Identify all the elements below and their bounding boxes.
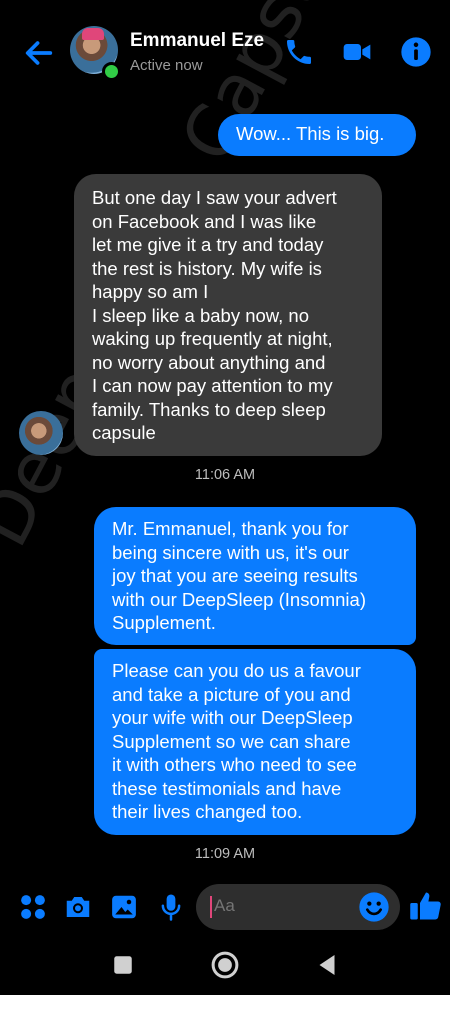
contact-name[interactable]: Emmanuel Eze <box>130 30 264 52</box>
message-input[interactable] <box>214 896 354 916</box>
message-timestamp: 11:06 AM <box>194 467 256 483</box>
message-bubble-sent[interactable]: Mr. Emmanuel, thank you for being sincer… <box>94 507 416 645</box>
phone-icon[interactable] <box>283 36 315 68</box>
message-bubble-sent[interactable]: Please can you do us a favour and take a… <box>94 649 416 835</box>
message-input-box[interactable] <box>196 884 400 930</box>
chat-header: Emmanuel Eze Active now <box>0 18 450 88</box>
recent-apps-icon[interactable] <box>108 950 138 980</box>
system-navigation-bar <box>0 940 450 990</box>
sender-avatar[interactable] <box>19 411 63 455</box>
message-timestamp: 11:09 AM <box>194 846 256 862</box>
online-status-dot <box>102 62 121 81</box>
info-icon[interactable] <box>400 36 432 68</box>
back-nav-icon[interactable] <box>312 950 342 980</box>
message-composer <box>0 882 450 932</box>
video-camera-icon[interactable] <box>341 36 373 68</box>
message-bubble-received[interactable]: But one day I saw your advert on Faceboo… <box>74 174 382 456</box>
messenger-screen: Emmanuel Eze Active now Deep Sleep Capsu… <box>0 0 450 995</box>
message-bubble-sent[interactable]: Wow... This is big. <box>218 114 416 156</box>
camera-icon[interactable] <box>63 892 93 922</box>
microphone-icon[interactable] <box>156 892 186 922</box>
home-button-icon[interactable] <box>210 950 240 980</box>
back-arrow-icon[interactable] <box>22 36 56 70</box>
menu-grid-icon[interactable] <box>18 892 48 922</box>
emoji-icon[interactable] <box>358 891 390 923</box>
thumbs-up-icon[interactable] <box>408 888 444 924</box>
contact-status: Active now <box>130 57 203 74</box>
text-caret <box>210 896 212 918</box>
gallery-icon[interactable] <box>109 892 139 922</box>
bottom-edge <box>0 995 450 1024</box>
